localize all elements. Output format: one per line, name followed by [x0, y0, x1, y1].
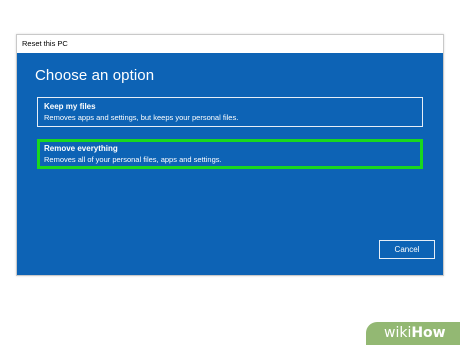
keep-my-files-option[interactable]: Keep my files Removes apps and settings,… — [37, 97, 423, 127]
wikihow-watermark: wikiHow — [366, 322, 460, 345]
screenshot-stage: Reset this PC Choose an option Keep my f… — [0, 0, 460, 345]
wikihow-logo-how: How — [411, 325, 446, 341]
remove-everything-title: Remove everything — [44, 144, 118, 153]
reset-pc-window: Reset this PC Choose an option Keep my f… — [16, 34, 444, 276]
keep-my-files-title: Keep my files — [44, 102, 96, 111]
wikihow-logo: wikiHow — [384, 325, 446, 342]
cancel-button[interactable]: Cancel — [379, 240, 435, 259]
wikihow-logo-wiki: wiki — [384, 325, 412, 341]
page-title: Choose an option — [35, 67, 155, 84]
remove-everything-description: Removes all of your personal files, apps… — [44, 155, 222, 164]
dialog-content: Choose an option Keep my files Removes a… — [17, 53, 443, 275]
keep-my-files-description: Removes apps and settings, but keeps you… — [44, 113, 239, 122]
window-title: Reset this PC — [17, 35, 443, 53]
remove-everything-option[interactable]: Remove everything Removes all of your pe… — [37, 139, 423, 169]
